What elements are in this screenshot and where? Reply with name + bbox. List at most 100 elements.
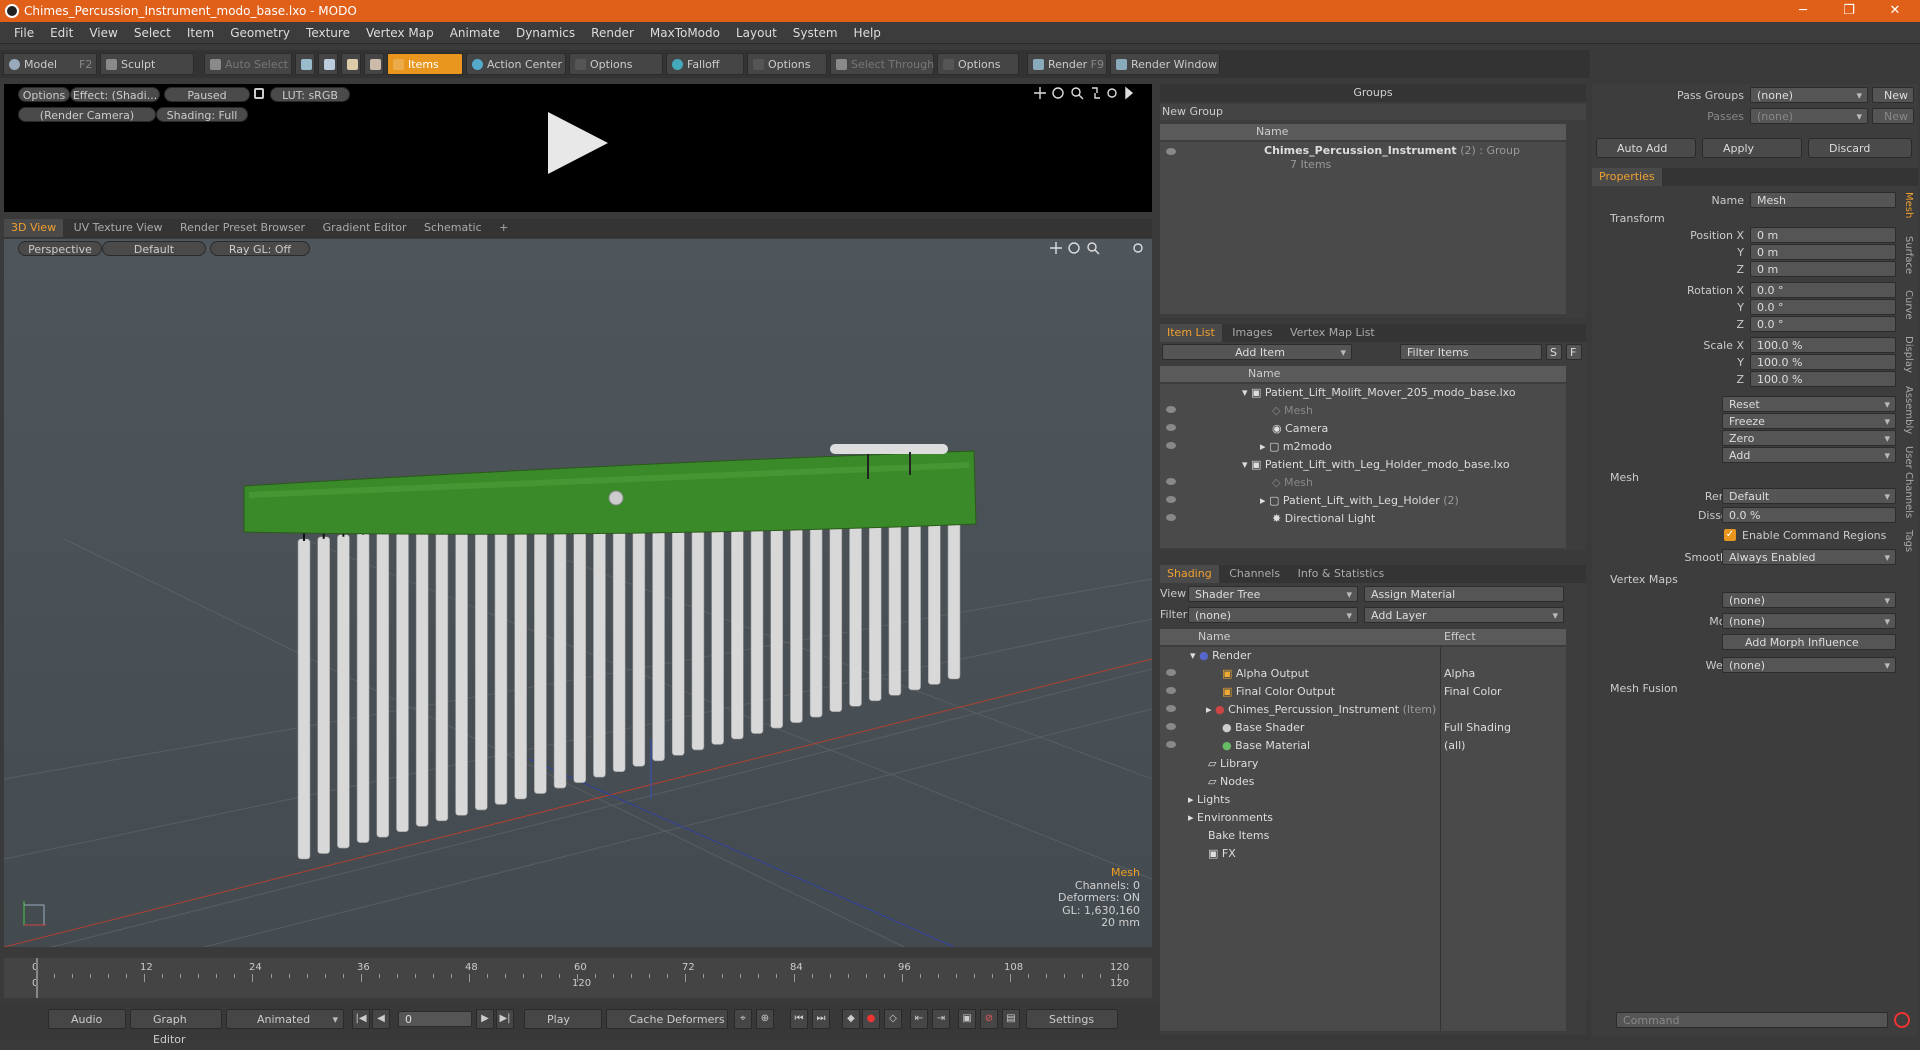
- lut-dropdown[interactable]: LUT: sRGB: [270, 87, 350, 102]
- tab-channels[interactable]: Channels: [1222, 565, 1287, 583]
- smoothing-dropdown[interactable]: Always Enabled: [1722, 549, 1896, 565]
- list-item[interactable]: ▸ ▢ Patient_Lift_with_Leg_Holder (2): [1260, 492, 1459, 510]
- vtab-display[interactable]: Display: [1900, 336, 1914, 373]
- eye-icon[interactable]: [1166, 496, 1176, 503]
- cache-deformers-button[interactable]: Cache Deformers: [606, 1009, 728, 1029]
- channel-filter-icon[interactable]: ▤: [1002, 1009, 1020, 1029]
- tab-render-preset-browser[interactable]: Render Preset Browser: [173, 219, 312, 237]
- vtab-user-channels[interactable]: User Channels: [1900, 446, 1914, 518]
- shader-row[interactable]: ● Base Shader: [1222, 719, 1304, 737]
- tab-uv-texture-view[interactable]: UV Texture View: [67, 219, 170, 237]
- position-x-input[interactable]: 0 m: [1750, 227, 1896, 243]
- menu-select[interactable]: Select: [126, 26, 179, 40]
- tab-schematic[interactable]: Schematic: [417, 219, 489, 237]
- tab-properties[interactable]: Properties: [1592, 168, 1662, 186]
- eye-icon[interactable]: [1166, 723, 1176, 730]
- preview-effect-dropdown[interactable]: Effect: (Shadi...: [70, 87, 160, 102]
- shader-effect[interactable]: (all): [1444, 737, 1465, 755]
- list-item[interactable]: ▾ ▣ Patient_Lift_Molift_Mover_205_modo_b…: [1242, 384, 1516, 402]
- shading-dropdown[interactable]: Shading: Full: [156, 107, 248, 122]
- select-through-button[interactable]: Select Through: [830, 53, 934, 75]
- scale-y-input[interactable]: 100.0 %: [1750, 354, 1896, 370]
- menu-texture[interactable]: Texture: [298, 26, 358, 40]
- menu-render[interactable]: Render: [583, 26, 642, 40]
- position-y-input[interactable]: 0 m: [1750, 244, 1896, 260]
- vtab-tags[interactable]: Tags: [1900, 530, 1914, 552]
- menu-geometry[interactable]: Geometry: [222, 26, 298, 40]
- freeze-dropdown[interactable]: Freeze: [1722, 413, 1896, 429]
- action-center-options-button[interactable]: Options: [569, 53, 663, 75]
- dissolve-input[interactable]: 0.0 %: [1722, 507, 1896, 523]
- view-dropdown[interactable]: Shader Tree: [1188, 586, 1358, 602]
- pass-groups-dropdown[interactable]: (none): [1750, 87, 1868, 103]
- first-frame-button[interactable]: |◀: [352, 1009, 370, 1029]
- command-input[interactable]: Command: [1616, 1012, 1888, 1028]
- shader-effect[interactable]: Full Shading: [1444, 719, 1511, 737]
- shader-row[interactable]: ▾ ● Render: [1190, 647, 1251, 665]
- shader-row[interactable]: ▸ ● Chimes_Percussion_Instrument (Item): [1206, 701, 1436, 719]
- audio-button[interactable]: Audio: [48, 1009, 126, 1029]
- list-item[interactable]: ✸ Directional Light: [1272, 510, 1375, 528]
- command-stop-icon[interactable]: [1894, 1012, 1910, 1028]
- graph-editor-button[interactable]: Graph Editor: [130, 1009, 222, 1046]
- scale-x-input[interactable]: 100.0 %: [1750, 337, 1896, 353]
- key-icon[interactable]: ⌖: [734, 1009, 752, 1029]
- items-mode-button[interactable]: Items: [387, 53, 463, 75]
- uv-dropdown[interactable]: (none): [1722, 592, 1896, 608]
- shader-row[interactable]: ▸ Lights: [1188, 791, 1230, 809]
- keyframe-icon[interactable]: ◆: [842, 1009, 860, 1029]
- reset-dropdown[interactable]: Reset: [1722, 396, 1896, 412]
- shader-row[interactable]: ▸ Environments: [1188, 809, 1273, 827]
- list-item[interactable]: ▸ ▢ m2modo: [1260, 438, 1332, 456]
- auto-select-button[interactable]: Auto Select: [204, 53, 292, 75]
- list-item[interactable]: ◉ Camera: [1272, 420, 1328, 438]
- menu-help[interactable]: Help: [846, 26, 889, 40]
- new-pass-button[interactable]: New: [1872, 108, 1914, 124]
- autokey-icon[interactable]: ⊕: [756, 1009, 774, 1029]
- animated-dropdown[interactable]: Animated: [226, 1009, 344, 1030]
- sculpt-mode-button[interactable]: Sculpt: [100, 53, 194, 75]
- select-options-button[interactable]: Options: [937, 53, 1019, 75]
- mesh-fusion-section[interactable]: Mesh Fusion: [1610, 682, 1678, 695]
- eye-icon[interactable]: [1166, 741, 1176, 748]
- add-morph-influence-button[interactable]: Add Morph Influence: [1722, 634, 1896, 650]
- shader-row[interactable]: ● Base Material: [1222, 737, 1310, 755]
- eye-icon[interactable]: [1166, 406, 1176, 413]
- play-icon[interactable]: [544, 110, 612, 176]
- go-start-key-button[interactable]: ⇤: [910, 1009, 928, 1029]
- falloff-button[interactable]: Falloff: [666, 53, 744, 75]
- action-center-button[interactable]: Action Center: [466, 53, 566, 75]
- menu-layout[interactable]: Layout: [728, 26, 785, 40]
- tab-images[interactable]: Images: [1225, 324, 1279, 342]
- vertex-mode-button[interactable]: [295, 53, 315, 75]
- key-set-icon[interactable]: ◇: [884, 1009, 902, 1029]
- tab-vertex-map-list[interactable]: Vertex Map List: [1283, 324, 1382, 342]
- channel-icon[interactable]: ▣: [958, 1009, 976, 1029]
- tab-3d-view[interactable]: 3D View: [4, 219, 64, 237]
- shader-row[interactable]: ▣ FX: [1208, 845, 1236, 863]
- minimize-button[interactable]: ─: [1780, 0, 1826, 22]
- add-tab-button[interactable]: +: [492, 219, 515, 237]
- menu-system[interactable]: System: [785, 26, 846, 40]
- menu-animate[interactable]: Animate: [442, 26, 508, 40]
- material-mode-button[interactable]: [364, 53, 384, 75]
- timeline[interactable]: 0 12 24 36 48 60 72 84 96 108 120 0 120 …: [4, 958, 1152, 998]
- passes-dropdown[interactable]: (none): [1750, 108, 1868, 124]
- auto-add-button[interactable]: Auto Add: [1596, 138, 1696, 158]
- menu-vertex-map[interactable]: Vertex Map: [358, 26, 442, 40]
- menu-file[interactable]: File: [6, 26, 42, 40]
- menu-item[interactable]: Item: [179, 26, 222, 40]
- prev-key-button[interactable]: ⏮: [790, 1009, 808, 1029]
- rotation-x-input[interactable]: 0.0 °: [1750, 282, 1896, 298]
- model-mode-button[interactable]: Model F2: [3, 53, 97, 75]
- eye-icon[interactable]: [1166, 148, 1176, 155]
- eye-icon[interactable]: [1166, 669, 1176, 676]
- eye-icon[interactable]: [1166, 705, 1176, 712]
- menu-view[interactable]: View: [81, 26, 125, 40]
- close-button[interactable]: ✕: [1872, 0, 1918, 22]
- stop-icon[interactable]: ⊘: [980, 1009, 998, 1029]
- apply-button[interactable]: Apply: [1702, 138, 1802, 158]
- add-item-dropdown[interactable]: Add Item: [1162, 344, 1352, 360]
- menu-edit[interactable]: Edit: [42, 26, 81, 40]
- weight-dropdown[interactable]: (none): [1722, 657, 1896, 673]
